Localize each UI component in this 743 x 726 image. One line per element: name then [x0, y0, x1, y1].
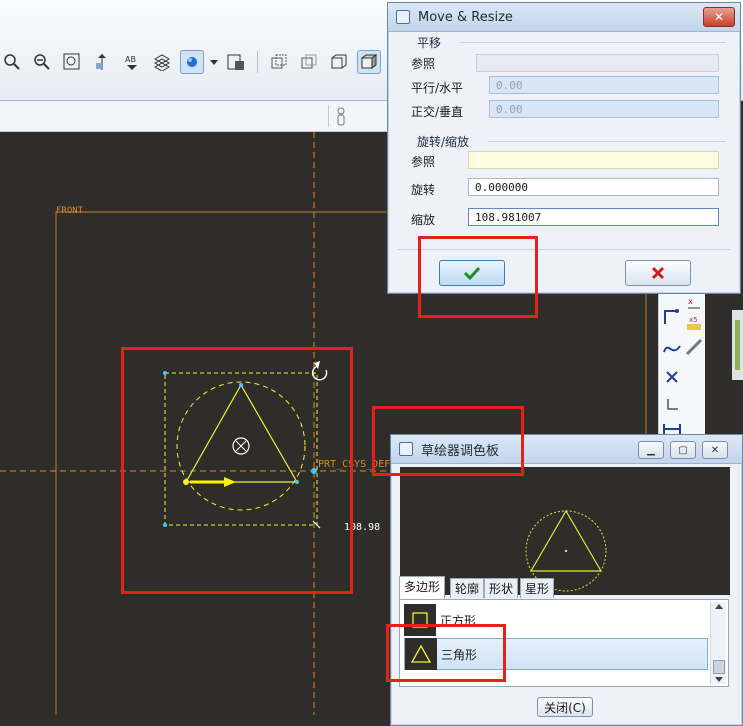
close-button[interactable]: ✕ — [703, 7, 735, 27]
dimension-tool-icon[interactable]: x — [683, 292, 705, 314]
highlight-ok-box — [418, 236, 538, 318]
vertical-label: 正交/垂直 — [411, 105, 464, 119]
layers-icon[interactable] — [150, 50, 174, 74]
palette-close-button[interactable]: 关闭(C) — [537, 697, 593, 717]
group-divider — [488, 141, 726, 142]
modify-tool-icon[interactable]: x5 — [683, 312, 705, 334]
horizontal-label: 平行/水平 — [411, 81, 464, 95]
svg-text:AB: AB — [125, 55, 136, 64]
zoom-out-icon[interactable] — [30, 50, 54, 74]
vertical-field[interactable]: 0.00 — [489, 100, 719, 118]
highlight-sketch-box — [121, 347, 353, 594]
hidden-line-icon[interactable] — [297, 50, 321, 74]
list-scrollbar[interactable] — [710, 602, 726, 684]
scale-label: 缩放 — [411, 213, 436, 227]
corner-tool-icon[interactable] — [661, 394, 683, 416]
rotate-group-label: 旋转/缩放 — [417, 135, 470, 149]
zoom-in-icon[interactable] — [0, 50, 24, 74]
svg-text:x5: x5 — [689, 316, 698, 324]
shape-preview — [400, 467, 730, 595]
person-icon — [336, 107, 346, 130]
close-icon: ✕ — [710, 444, 720, 456]
toolbar-separator — [257, 51, 258, 73]
refit-icon[interactable] — [60, 50, 84, 74]
maximize-icon: ▢ — [678, 444, 688, 456]
tab-shape[interactable]: 形状 — [484, 578, 519, 598]
maximize-button[interactable]: ▢ — [670, 441, 696, 459]
wireframe-icon[interactable] — [267, 50, 291, 74]
close-icon: ✕ — [713, 10, 725, 24]
svg-text:x: x — [688, 297, 693, 306]
tab-star[interactable]: 星形 — [520, 578, 555, 598]
text-display-icon[interactable]: AB — [120, 50, 144, 74]
status-ruler — [0, 101, 390, 132]
scrollbar[interactable] — [732, 310, 743, 380]
ruler-divider — [328, 105, 329, 127]
translate-reference-label: 参照 — [411, 57, 436, 71]
translate-reference-field[interactable] — [476, 54, 719, 72]
dialog-titlebar[interactable]: Move & Resize — [388, 3, 740, 32]
scale-field[interactable]: 108.981007 — [468, 208, 719, 226]
rotate-reference-field[interactable] — [468, 151, 719, 169]
horizontal-field[interactable]: 0.00 — [489, 76, 719, 94]
cancel-button[interactable] — [625, 260, 691, 286]
spline-tool-icon[interactable] — [661, 338, 683, 360]
appearance-icon[interactable] — [180, 50, 204, 74]
no-hidden-icon[interactable] — [327, 50, 351, 74]
view-toolbar: AB — [0, 44, 424, 80]
dialog-title: Move & Resize — [418, 9, 513, 25]
sketch-tools-toolbar: x x5 — [658, 290, 705, 440]
close-button[interactable]: ✕ — [702, 441, 728, 459]
reorient-icon[interactable] — [90, 50, 114, 74]
line-tool-icon[interactable] — [661, 306, 683, 328]
rotation-label: 旋转 — [411, 183, 436, 197]
rotation-field[interactable]: 0.000000 — [468, 178, 719, 196]
translate-group-label: 平移 — [417, 36, 442, 50]
rotate-reference-label: 参照 — [411, 155, 436, 169]
chevron-down-icon[interactable] — [210, 55, 218, 69]
window-icon — [396, 10, 410, 24]
tab-polygon[interactable]: 多边形 — [399, 576, 446, 599]
palette-close-label: 关闭(C) — [544, 700, 586, 715]
x-icon — [651, 266, 665, 280]
shading-icon[interactable] — [357, 50, 381, 74]
constraint-tool-icon[interactable] — [683, 336, 705, 358]
front-label: FRONT — [56, 206, 84, 216]
saved-view-icon[interactable] — [224, 50, 248, 74]
minimize-icon: ▁ — [647, 444, 655, 456]
highlight-triangle-box — [386, 624, 506, 682]
point-tool-icon[interactable] — [661, 366, 683, 388]
minimize-button[interactable]: ▁ — [638, 441, 664, 459]
group-divider — [460, 42, 726, 43]
highlight-palette-title-box — [372, 406, 524, 476]
tab-profile[interactable]: 轮廓 — [450, 578, 485, 598]
